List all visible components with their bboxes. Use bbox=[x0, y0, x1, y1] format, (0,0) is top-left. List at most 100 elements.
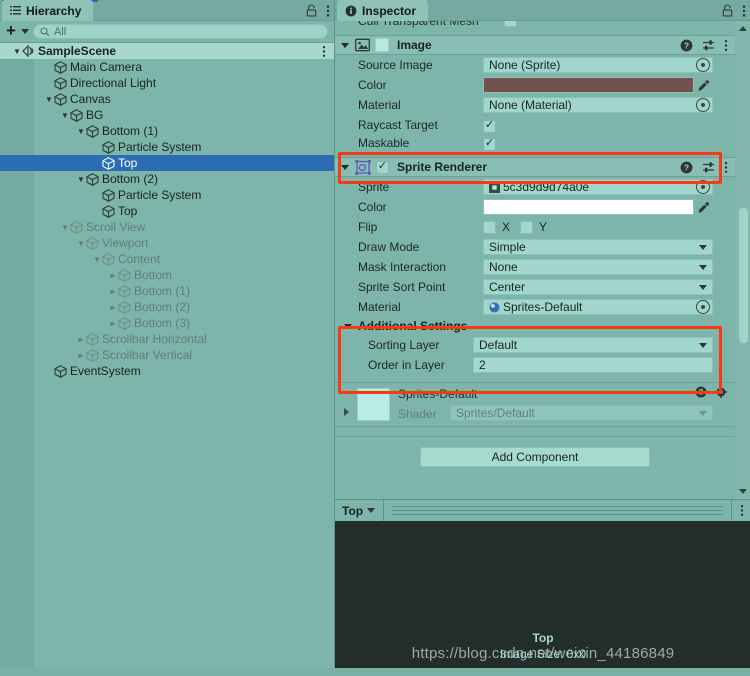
eyedropper-icon[interactable] bbox=[694, 199, 713, 215]
image-enabled-checkbox[interactable] bbox=[375, 38, 389, 52]
preset-icon[interactable] bbox=[702, 39, 715, 52]
inspector-vertical-scrollbar[interactable] bbox=[736, 21, 750, 499]
chevron-down-icon[interactable]: ▼ bbox=[76, 239, 86, 248]
chevron-down-icon[interactable]: ▼ bbox=[60, 111, 70, 120]
lock-icon[interactable] bbox=[722, 4, 733, 17]
object-picker-icon[interactable] bbox=[696, 58, 710, 72]
sprite-material-object-field[interactable]: Sprites-Default bbox=[483, 299, 713, 315]
kebab-menu-icon[interactable] bbox=[724, 161, 728, 174]
hierarchy-item-bottom[interactable]: ► Bottom bbox=[0, 267, 334, 283]
draw-mode-dropdown[interactable]: Simple bbox=[483, 239, 713, 255]
scroll-up-arrow-icon[interactable] bbox=[739, 26, 747, 31]
chevron-down-icon[interactable]: ▼ bbox=[76, 175, 86, 184]
shader-dropdown[interactable]: Sprites/Default bbox=[450, 405, 713, 421]
order-in-layer-input[interactable]: 2 bbox=[473, 357, 713, 373]
chevron-right-icon[interactable]: ► bbox=[76, 351, 86, 360]
image-component-header[interactable]: Image ? bbox=[335, 35, 735, 55]
hierarchy-item-bottom-2[interactable]: ► Bottom (2) bbox=[0, 299, 334, 315]
help-icon[interactable]: ? bbox=[680, 161, 693, 174]
additional-settings-header[interactable]: Additional Settings bbox=[335, 317, 735, 335]
gear-icon[interactable] bbox=[715, 386, 727, 398]
help-icon[interactable]: ? bbox=[680, 39, 693, 52]
sprite-color-swatch[interactable] bbox=[483, 199, 694, 215]
hierarchy-item-directional-light[interactable]: Directional Light bbox=[0, 75, 334, 91]
sprite-renderer-enabled-checkbox[interactable]: ✓ bbox=[376, 160, 389, 174]
hierarchy-item-scrollbar-vertical[interactable]: ► Scrollbar Vertical bbox=[0, 347, 334, 363]
raycast-target-checkbox[interactable]: ✓ bbox=[483, 119, 496, 133]
object-picker-icon[interactable] bbox=[696, 98, 710, 112]
mask-interaction-dropdown[interactable]: None bbox=[483, 259, 713, 275]
chevron-right-icon[interactable]: ► bbox=[76, 335, 86, 344]
preview-drag-handle[interactable] bbox=[384, 506, 731, 515]
tab-hierarchy[interactable]: Hierarchy bbox=[2, 0, 94, 21]
object-picker-icon[interactable] bbox=[696, 300, 710, 314]
flip-x-checkbox[interactable] bbox=[483, 220, 496, 234]
preview-object-dropdown[interactable]: Top bbox=[335, 500, 384, 521]
image-material-object-field[interactable]: None (Material) bbox=[483, 97, 713, 113]
chevron-right-icon[interactable]: ► bbox=[108, 319, 118, 328]
sprite-renderer-component-header[interactable]: ✓ Sprite Renderer ? bbox=[335, 157, 735, 177]
tab-inspector[interactable]: Inspector bbox=[337, 0, 429, 21]
chevron-right-icon[interactable]: ► bbox=[108, 303, 118, 312]
help-icon[interactable]: ? bbox=[695, 386, 707, 398]
hierarchy-item-top[interactable]: Top bbox=[0, 203, 334, 219]
eyedropper-icon[interactable] bbox=[694, 77, 713, 93]
hierarchy-item-eventsystem[interactable]: EventSystem bbox=[0, 363, 334, 379]
chevron-right-icon[interactable]: ► bbox=[108, 271, 118, 280]
hierarchy-item-particle-system[interactable]: Particle System bbox=[0, 139, 334, 155]
hierarchy-item-top[interactable]: Top bbox=[0, 155, 334, 171]
hierarchy-item-viewport[interactable]: ▼ Viewport bbox=[0, 235, 334, 251]
hierarchy-item-bottom-1[interactable]: ▼ Bottom (1) bbox=[0, 123, 334, 139]
add-component-button[interactable]: Add Component bbox=[420, 447, 650, 467]
chevron-right-icon[interactable]: ► bbox=[108, 287, 118, 296]
kebab-menu-icon[interactable] bbox=[322, 43, 326, 58]
cull-transparent-mesh-row[interactable]: Cull Transparent Mesh bbox=[335, 21, 735, 35]
chevron-down-icon[interactable] bbox=[341, 42, 349, 48]
check-icon: ✓ bbox=[484, 119, 495, 132]
chevron-down-icon[interactable] bbox=[341, 164, 349, 170]
cull-transparent-mesh-checkbox[interactable] bbox=[504, 21, 517, 27]
chevron-down-icon[interactable]: ▼ bbox=[92, 255, 102, 264]
field-label: Source Image bbox=[358, 58, 433, 72]
hierarchy-item-bottom-2[interactable]: ▼ Bottom (2) bbox=[0, 171, 334, 187]
image-color-swatch[interactable] bbox=[483, 77, 694, 93]
hierarchy-item-bottom-1[interactable]: ► Bottom (1) bbox=[0, 283, 334, 299]
scroll-down-arrow-icon[interactable] bbox=[739, 489, 747, 494]
hierarchy-item-particle-system[interactable]: Particle System bbox=[0, 187, 334, 203]
sprite-sort-point-dropdown[interactable]: Center bbox=[483, 279, 713, 295]
add-gameobject-button[interactable]: + bbox=[4, 22, 17, 41]
scrollbar-thumb[interactable] bbox=[738, 208, 748, 343]
kebab-menu-icon[interactable] bbox=[742, 4, 746, 18]
hierarchy-item-bg[interactable]: ▼ BG bbox=[0, 107, 334, 123]
hierarchy-item-canvas[interactable]: ▼ Canvas bbox=[0, 91, 334, 107]
flip-y-checkbox[interactable] bbox=[520, 220, 534, 234]
hierarchy-item-content[interactable]: ▼ Content bbox=[0, 251, 334, 267]
chevron-down-icon[interactable]: ▼ bbox=[76, 127, 86, 136]
hierarchy-search-input[interactable]: All bbox=[32, 24, 328, 39]
hierarchy-item-main-camera[interactable]: Main Camera bbox=[0, 59, 334, 75]
lock-icon[interactable] bbox=[306, 4, 317, 17]
add-dropdown-caret-icon[interactable] bbox=[20, 29, 29, 34]
hierarchy-item-bottom-3[interactable]: ► Bottom (3) bbox=[0, 315, 334, 331]
kebab-menu-icon[interactable] bbox=[326, 4, 330, 18]
sprite-object-field[interactable]: 5c3d9d9d74a0e bbox=[483, 179, 713, 195]
kebab-menu-icon[interactable] bbox=[724, 39, 728, 52]
image-component-title: Image bbox=[397, 38, 432, 52]
sorting-layer-dropdown[interactable]: Default bbox=[473, 337, 713, 353]
chevron-right-icon[interactable] bbox=[344, 408, 349, 416]
hierarchy-item-samplescene[interactable]: ▼ SampleScene bbox=[0, 43, 334, 59]
field-value: None (Material) bbox=[489, 98, 572, 112]
maskable-checkbox[interactable]: ✓ bbox=[483, 137, 496, 151]
chevron-down-icon[interactable]: ▼ bbox=[44, 95, 54, 104]
hierarchy-tree[interactable]: ▼ SampleScene Main Camera Directional Lig… bbox=[0, 43, 334, 676]
chevron-down-icon[interactable]: ▼ bbox=[12, 47, 22, 56]
chevron-down-icon[interactable]: ▼ bbox=[60, 223, 70, 232]
preview-kebab-menu-icon[interactable] bbox=[731, 500, 750, 521]
preset-icon[interactable] bbox=[702, 161, 715, 174]
hierarchy-item-scrollbar-horizontal[interactable]: ► Scrollbar Horizontal bbox=[0, 331, 334, 347]
chevron-down-icon[interactable] bbox=[344, 323, 352, 329]
object-picker-icon[interactable] bbox=[696, 180, 710, 194]
hierarchy-item-scroll-view[interactable]: ▼ Scroll View bbox=[0, 219, 334, 235]
source-image-object-field[interactable]: None (Sprite) bbox=[483, 57, 713, 73]
preview-canvas[interactable]: Top https://blog.csdn.net/weixin_4418684… bbox=[335, 521, 750, 668]
